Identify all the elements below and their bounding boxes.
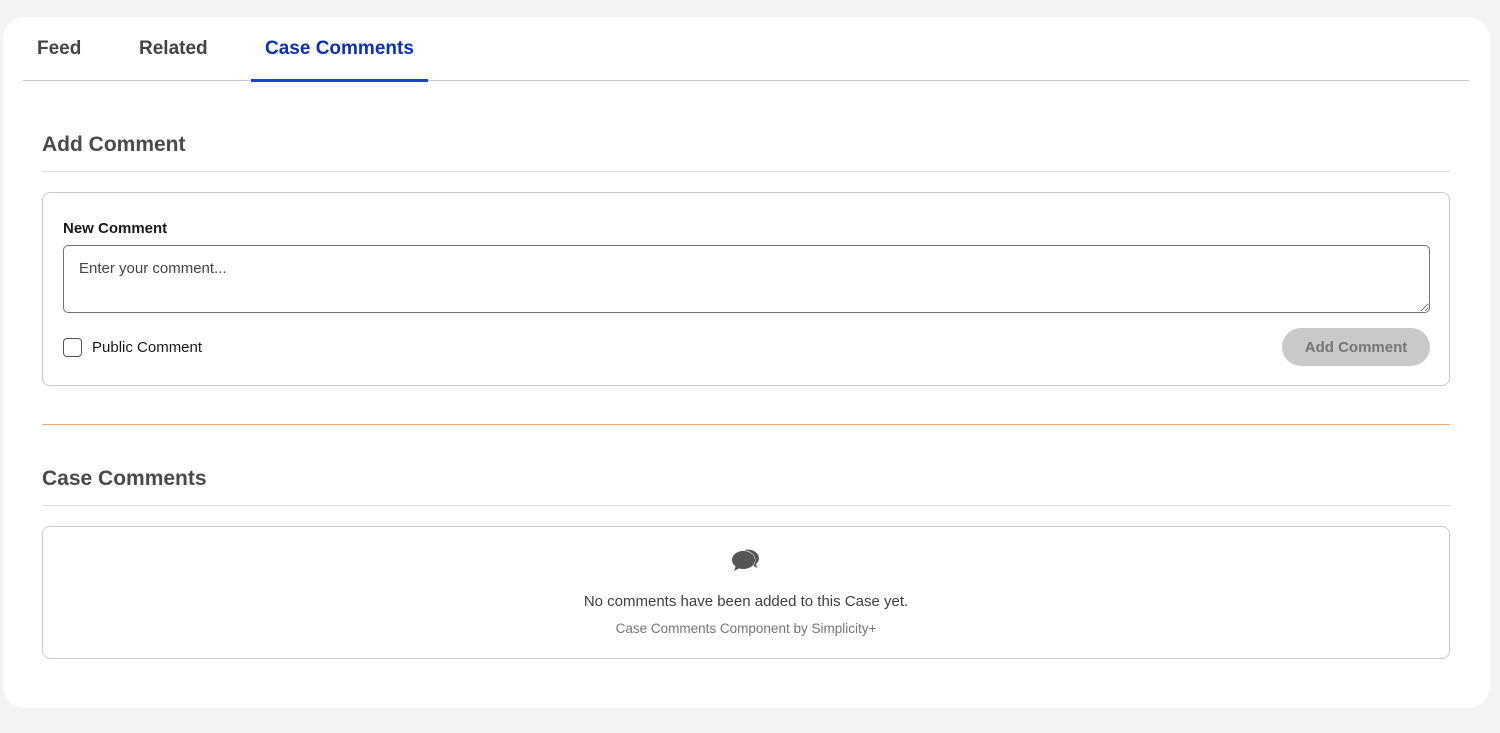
comments-empty-state: No comments have been added to this Case…: [42, 526, 1450, 659]
add-comment-button[interactable]: Add Comment: [1282, 328, 1430, 366]
add-comment-panel: New Comment Public Comment Add Comment: [42, 192, 1450, 386]
public-comment-label: Public Comment: [92, 338, 203, 356]
empty-message: No comments have been added to this Case…: [583, 593, 909, 610]
tab-case-comments[interactable]: Case Comments: [251, 17, 428, 82]
tab-bar: Feed Related Case Comments: [23, 17, 1469, 82]
chat-bubbles-icon: [732, 549, 759, 571]
public-comment-checkbox[interactable]: [63, 337, 82, 357]
comment-input[interactable]: [63, 245, 1430, 313]
component-credit: Case Comments Component by Simplicity+: [615, 621, 877, 636]
public-comment-toggle[interactable]: Public Comment: [63, 336, 202, 358]
record-card: Feed Related Case Comments Add Comment N…: [3, 17, 1490, 708]
tab-related[interactable]: Related: [125, 17, 222, 81]
add-comment-heading: Add Comment: [42, 133, 1450, 172]
tab-feed[interactable]: Feed: [23, 17, 95, 81]
case-comments-heading: Case Comments: [42, 467, 1450, 506]
new-comment-label: New Comment: [63, 220, 168, 237]
section-divider: [42, 424, 1450, 425]
